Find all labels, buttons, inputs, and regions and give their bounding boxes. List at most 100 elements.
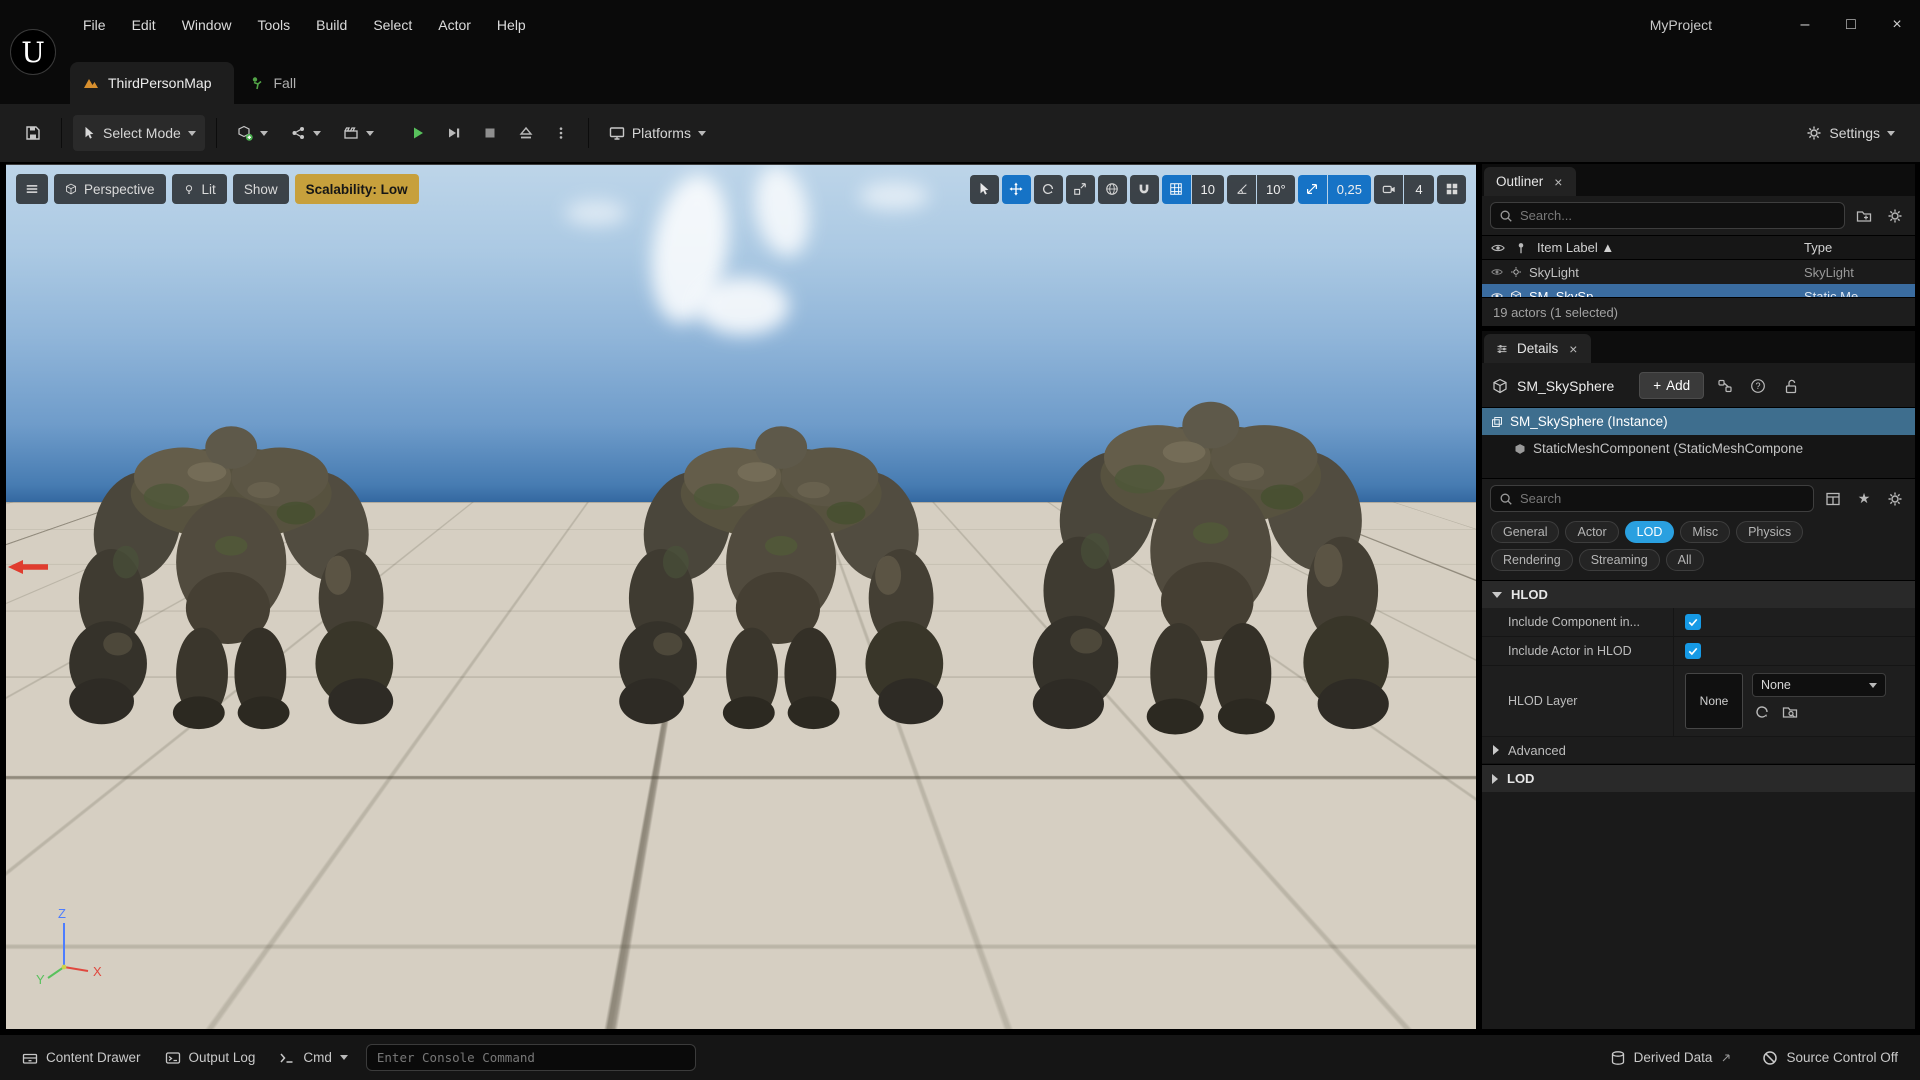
tree-row-instance[interactable]: SM_SkySphere (Instance) — [1482, 408, 1915, 435]
eye-icon[interactable] — [1491, 266, 1503, 278]
filter-tab-general[interactable]: General — [1491, 521, 1559, 543]
add-actor-button[interactable] — [228, 115, 277, 151]
close-icon[interactable]: × — [1552, 174, 1564, 190]
menu-edit[interactable]: Edit — [119, 10, 169, 40]
close-button[interactable]: × — [1874, 6, 1920, 44]
frame-skip-button[interactable] — [437, 115, 471, 151]
save-button[interactable] — [16, 115, 50, 151]
content-drawer-button[interactable]: Content Drawer — [12, 1042, 151, 1074]
launch-button[interactable] — [509, 115, 543, 151]
menu-help[interactable]: Help — [484, 10, 539, 40]
eye-icon[interactable] — [1491, 290, 1503, 297]
include-component-checkbox[interactable] — [1685, 614, 1701, 630]
outliner-settings-button[interactable] — [1883, 204, 1907, 228]
rotation-snap-value[interactable]: 10° — [1257, 175, 1295, 204]
details-settings-button[interactable] — [1883, 487, 1907, 511]
console-command-box[interactable] — [366, 1044, 696, 1071]
camera-speed-value[interactable]: 4 — [1404, 175, 1434, 204]
menu-select[interactable]: Select — [360, 10, 425, 40]
outliner-search-input[interactable] — [1520, 208, 1836, 223]
rotation-snap-toggle[interactable] — [1227, 175, 1256, 204]
include-actor-checkbox[interactable] — [1685, 643, 1701, 659]
outliner-searchbox[interactable] — [1490, 202, 1845, 229]
menu-window[interactable]: Window — [169, 10, 245, 40]
filter-tab-lod[interactable]: LOD — [1625, 521, 1675, 543]
rotate-tool-button[interactable] — [1034, 175, 1063, 204]
source-control-button[interactable]: Source Control Off — [1752, 1042, 1908, 1074]
cinematics-button[interactable] — [334, 115, 383, 151]
details-search-input[interactable] — [1520, 491, 1805, 506]
filter-tab-all[interactable]: All — [1666, 549, 1704, 571]
level-viewport[interactable]: Z Y X Perspective Lit Show Scalability: … — [6, 164, 1476, 1029]
favorites-button[interactable]: ★ — [1852, 487, 1876, 511]
play-button[interactable] — [401, 115, 435, 151]
lock-button[interactable] — [1779, 374, 1803, 398]
tree-row-staticmeshcomponent[interactable]: StaticMeshComponent (StaticMeshCompone — [1482, 435, 1915, 462]
pin-icon[interactable] — [1514, 241, 1528, 255]
column-item-label[interactable]: Item Label ▲ — [1537, 240, 1614, 255]
filter-tab-rendering[interactable]: Rendering — [1491, 549, 1573, 571]
display-filter-button[interactable] — [1821, 487, 1845, 511]
details-searchbox[interactable] — [1490, 485, 1814, 512]
cmd-dropdown[interactable]: Cmd — [269, 1042, 358, 1074]
hlod-layer-thumbnail[interactable]: None — [1685, 673, 1743, 729]
use-selected-asset-button[interactable] — [1754, 704, 1770, 720]
move-tool-button[interactable] — [1002, 175, 1031, 204]
grid-snap-value[interactable]: 10 — [1192, 175, 1224, 204]
viewport-options-button[interactable] — [16, 174, 48, 204]
stop-button[interactable] — [473, 115, 507, 151]
minimize-button[interactable]: – — [1782, 6, 1828, 44]
output-log-button[interactable]: Output Log — [155, 1042, 266, 1074]
menu-file[interactable]: File — [70, 10, 119, 40]
camera-speed-button[interactable] — [1374, 175, 1403, 204]
outliner-row-sm-skysphere[interactable]: SM_SkySp Static Me — [1482, 284, 1915, 297]
filter-tab-actor[interactable]: Actor — [1565, 521, 1618, 543]
rock-golem-right[interactable] — [1033, 402, 1389, 735]
outliner-row-skylight[interactable]: SkyLight SkyLight — [1482, 260, 1915, 284]
rock-golem-middle[interactable] — [619, 426, 943, 729]
perspective-dropdown[interactable]: Perspective — [54, 174, 166, 204]
help-button[interactable]: ? — [1746, 374, 1770, 398]
edit-blueprint-button[interactable] — [1713, 374, 1737, 398]
scale-snap-value[interactable]: 0,25 — [1328, 175, 1371, 204]
add-component-button[interactable]: + Add — [1639, 372, 1704, 399]
rock-golem-left[interactable] — [69, 426, 393, 729]
browse-asset-button[interactable] — [1782, 704, 1798, 720]
eye-icon[interactable] — [1491, 241, 1505, 255]
filter-tab-streaming[interactable]: Streaming — [1579, 549, 1660, 571]
select-tool-button[interactable] — [970, 175, 999, 204]
show-dropdown[interactable]: Show — [233, 174, 289, 204]
menu-tools[interactable]: Tools — [244, 10, 303, 40]
grid-snap-toggle[interactable] — [1162, 175, 1191, 204]
hlod-layer-dropdown[interactable]: None — [1752, 673, 1886, 697]
scale-tool-button[interactable] — [1066, 175, 1095, 204]
section-hlod[interactable]: HLOD — [1482, 580, 1915, 608]
scalability-warning-badge[interactable]: Scalability: Low — [295, 174, 419, 204]
tab-fall[interactable]: Fall — [236, 62, 319, 104]
blueprints-button[interactable] — [281, 115, 330, 151]
world-local-toggle-button[interactable] — [1098, 175, 1127, 204]
play-options-button[interactable] — [545, 115, 577, 151]
filter-tab-physics[interactable]: Physics — [1736, 521, 1803, 543]
translate-gizmo-x-arrow[interactable] — [6, 558, 50, 576]
new-folder-button[interactable] — [1852, 204, 1876, 228]
scale-snap-toggle[interactable] — [1298, 175, 1327, 204]
section-lod[interactable]: LOD — [1482, 764, 1915, 792]
surface-snap-button[interactable] — [1130, 175, 1159, 204]
lit-dropdown[interactable]: Lit — [172, 174, 227, 204]
filter-tab-misc[interactable]: Misc — [1680, 521, 1730, 543]
column-type[interactable]: Type — [1804, 240, 1906, 255]
derived-data-button[interactable]: Derived Data — [1600, 1042, 1743, 1074]
console-command-input[interactable] — [377, 1050, 685, 1065]
maximize-button[interactable]: □ — [1828, 6, 1874, 44]
close-icon[interactable]: × — [1567, 341, 1579, 357]
details-tab[interactable]: Details × — [1484, 334, 1591, 363]
settings-dropdown[interactable]: Settings — [1797, 115, 1904, 151]
tab-thirdpersonmap[interactable]: ThirdPersonMap — [70, 62, 234, 104]
maximize-viewport-button[interactable] — [1437, 175, 1466, 204]
platforms-dropdown[interactable]: Platforms — [600, 115, 715, 151]
menu-build[interactable]: Build — [303, 10, 360, 40]
outliner-tab[interactable]: Outliner × — [1484, 167, 1576, 196]
select-mode-dropdown[interactable]: Select Mode — [73, 115, 205, 151]
menu-actor[interactable]: Actor — [425, 10, 484, 40]
